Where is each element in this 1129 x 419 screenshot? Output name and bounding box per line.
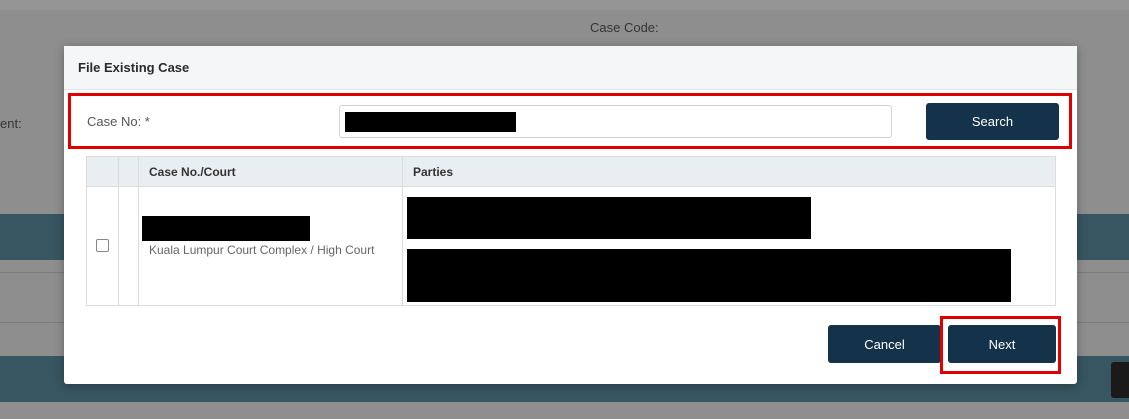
row-case-court-cell: Kuala Lumpur Court Complex / High Court — [139, 187, 403, 305]
case-no-input[interactable] — [339, 105, 892, 138]
search-button[interactable]: Search — [926, 103, 1059, 140]
case-search-row-highlight: Case No: * Search — [68, 93, 1072, 149]
redacted-case-no — [142, 216, 310, 241]
redacted-case-number — [345, 112, 516, 132]
header-parties: Parties — [413, 164, 454, 179]
row-checkbox-cell — [87, 187, 119, 305]
row-spacer-cell — [119, 187, 139, 305]
modal-header: File Existing Case — [64, 46, 1077, 90]
cancel-button[interactable]: Cancel — [828, 325, 941, 363]
redacted-party-2 — [407, 249, 1011, 302]
next-button-highlight: Next — [940, 316, 1061, 374]
file-existing-case-modal: File Existing Case Case No: * Search Cas… — [64, 46, 1077, 384]
header-case-court: Case No./Court — [139, 157, 403, 186]
row-parties-cell — [403, 187, 1055, 305]
row-checkbox[interactable] — [96, 239, 109, 252]
table-header: Case No./Court Parties — [87, 157, 1055, 187]
table-row[interactable]: Kuala Lumpur Court Complex / High Court — [87, 187, 1055, 305]
next-button[interactable]: Next — [948, 325, 1056, 363]
case-results-table: Case No./Court Parties Kuala Lumpur Cour… — [86, 156, 1056, 306]
modal-title: File Existing Case — [78, 60, 190, 75]
header-spacer-column — [119, 157, 139, 186]
case-no-label: Case No: * — [87, 114, 150, 129]
redacted-party-1 — [407, 197, 811, 239]
header-checkbox-column — [87, 157, 119, 186]
court-name: Kuala Lumpur Court Complex / High Court — [149, 243, 375, 257]
